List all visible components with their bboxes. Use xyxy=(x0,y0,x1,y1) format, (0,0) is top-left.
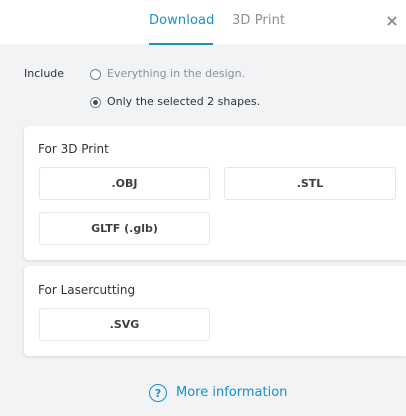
include-label: Include xyxy=(24,67,65,80)
download-stl-button[interactable]: .STL xyxy=(224,167,396,200)
tab-3d-print[interactable]: 3D Print xyxy=(232,12,285,30)
radio-button-checked[interactable] xyxy=(90,96,101,108)
section-3d-print: For 3D Print .OBJ .STL GLTF (.glb) xyxy=(24,126,406,260)
section-title-3d-print: For 3D Print xyxy=(38,142,109,156)
close-icon[interactable] xyxy=(385,14,399,28)
more-information-label: More information xyxy=(176,385,288,400)
download-dialog: Download 3D Print Include Everything in … xyxy=(0,0,406,416)
tab-download[interactable]: Download xyxy=(149,12,214,30)
download-svg-button[interactable]: .SVG xyxy=(39,308,210,341)
active-tab-indicator xyxy=(149,43,213,45)
radio-selected-shapes-label: Only the selected 2 shapes. xyxy=(107,95,261,108)
radio-selected-shapes[interactable]: Only the selected 2 shapes. xyxy=(90,94,260,110)
download-gltf-button[interactable]: GLTF (.glb) xyxy=(39,212,210,245)
radio-everything[interactable]: Everything in the design. xyxy=(90,66,245,82)
section-lasercutting: For Lasercutting .SVG xyxy=(24,266,406,356)
radio-everything-label: Everything in the design. xyxy=(107,67,246,80)
radio-button-unchecked[interactable] xyxy=(90,68,101,80)
section-title-lasercutting: For Lasercutting xyxy=(38,283,136,297)
help-circle-icon: ? xyxy=(149,384,167,402)
more-information-link[interactable]: ? More information xyxy=(149,382,287,404)
dialog-header: Download 3D Print xyxy=(0,0,406,45)
download-obj-button[interactable]: .OBJ xyxy=(39,167,210,200)
